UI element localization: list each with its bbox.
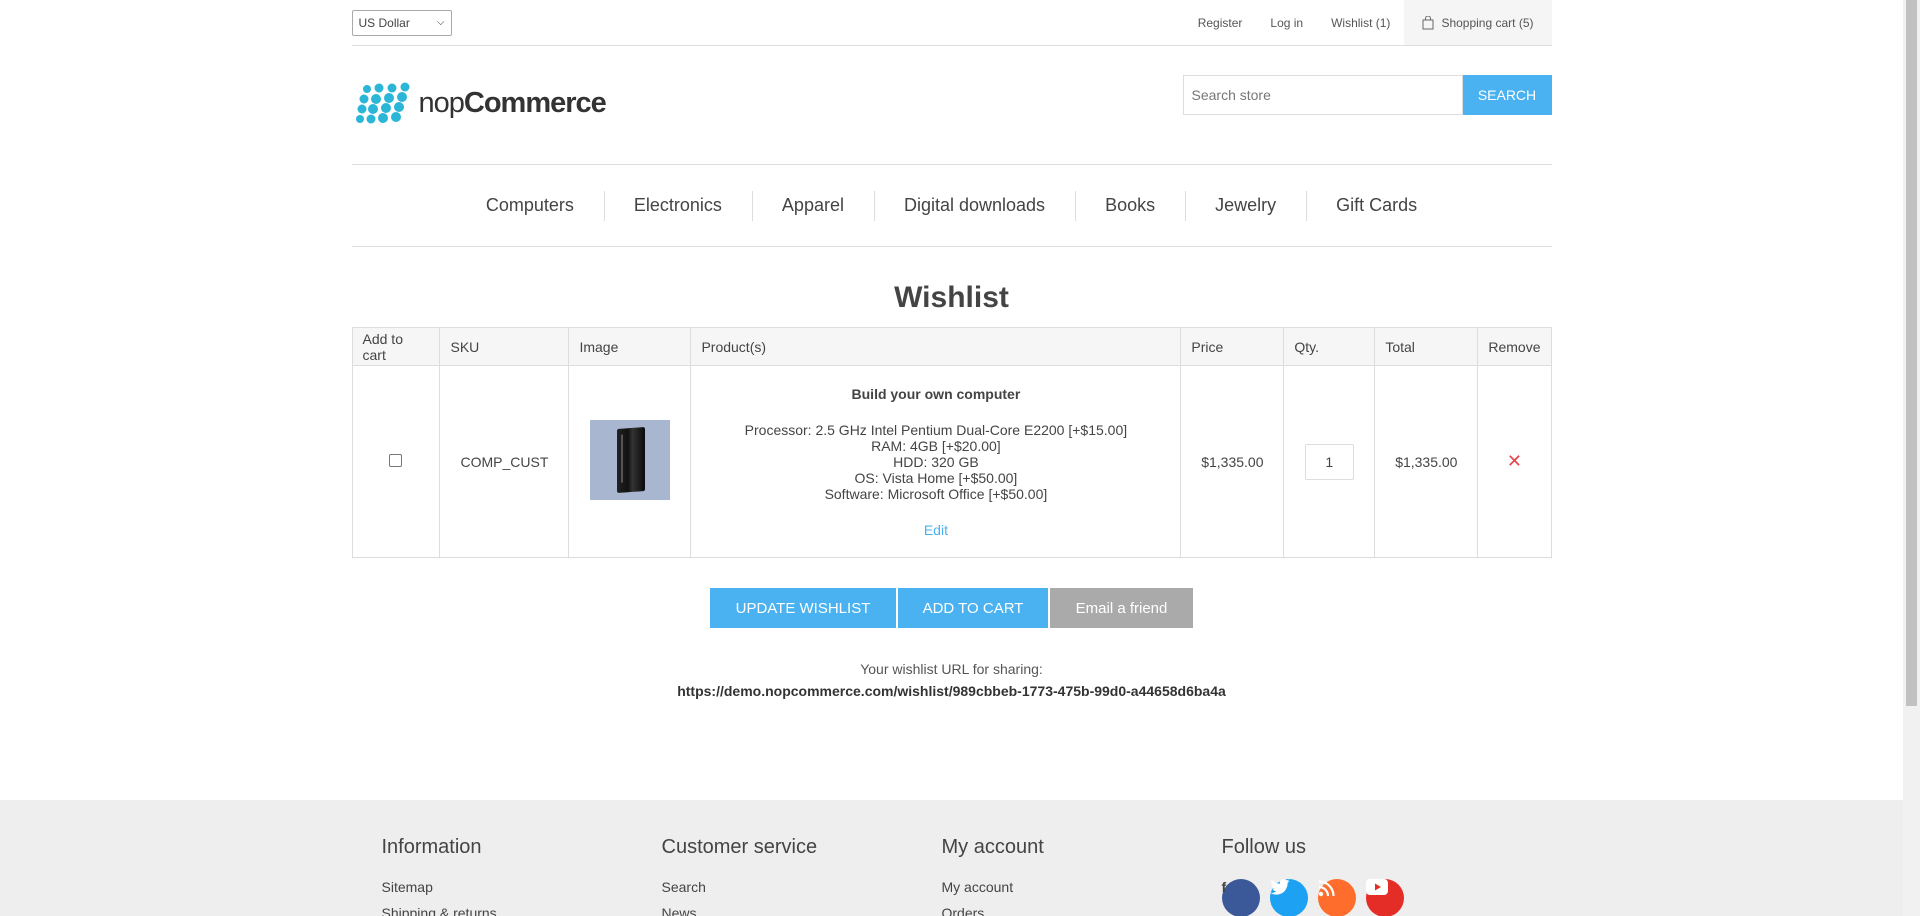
footer-information: Information Sitemap Shipping & returns [382,800,662,916]
chevron-down-icon: ⌵ [436,17,445,28]
footer-link-news[interactable]: News [662,905,942,916]
price-cell: $1,335.00 [1180,365,1285,558]
footer-account-title: My account [941,836,1044,858]
register-link[interactable]: Register [1184,0,1257,45]
footer-link-sitemap[interactable]: Sitemap [382,879,662,895]
footer-follow-title: Follow us [1221,836,1306,858]
product-name-link[interactable]: Build your own computer [711,386,1160,402]
remove-cell: ✕ [1477,365,1552,558]
col-total: Total [1374,327,1479,366]
col-products: Product(s) [690,327,1182,366]
image-cell [568,365,692,558]
shopping-cart-label: Shopping cart (5) [1441,15,1534,30]
footer-link-my-account[interactable]: My account [942,879,1222,895]
youtube-icon[interactable] [1365,879,1404,916]
master-wrapper: US Dollar ⌵ Register Log in Wishlist (1)… [351,0,1552,699]
vertical-scrollbar[interactable] [1903,0,1920,916]
col-qty: Qty. [1283,327,1376,366]
login-link[interactable]: Log in [1256,0,1317,45]
footer-upper: Information Sitemap Shipping & returns C… [352,800,1552,916]
footer-customer-service: Customer service Search News [662,800,942,916]
product-image[interactable] [589,420,670,500]
sku-cell: COMP_CUST [439,365,570,558]
col-add-to-cart: Add to cart [351,327,441,366]
col-remove: Remove [1477,327,1552,366]
email-a-friend-button[interactable]: Email a friend [1050,588,1193,628]
qty-cell: 1 [1283,365,1376,558]
menu-item-apparel[interactable]: Apparel [751,191,874,221]
menu-item-books[interactable]: Books [1075,191,1185,221]
header-lower: nopCommerce Search store SEARCH [351,46,1552,165]
product-cell: Build your own computer Processor: 2.5 G… [690,365,1182,558]
wishlist-table: Add to cart SKU Image Product(s) Price Q… [351,327,1552,558]
total-cell: $1,335.00 [1374,365,1479,558]
product-attribute: Software: Microsoft Office [+$50.00] [824,485,1048,502]
search-input[interactable]: Search store [1182,75,1463,115]
quantity-input[interactable]: 1 [1304,443,1354,480]
product-attribute: RAM: 4GB [+$20.00] [871,437,1001,454]
menu-item-digital-downloads[interactable]: Digital downloads [873,191,1075,221]
remove-icon[interactable]: ✕ [1507,451,1522,471]
share-label: Your wishlist URL for sharing: [860,661,1043,677]
page: US Dollar ⌵ Register Log in Wishlist (1)… [0,0,1903,916]
rss-icon[interactable] [1317,879,1356,916]
top-menu: Computers Electronics Apparel Digital do… [351,165,1552,247]
header-upper: US Dollar ⌵ Register Log in Wishlist (1)… [351,0,1552,46]
menu-item-jewelry[interactable]: Jewelry [1185,191,1306,221]
update-wishlist-button[interactable]: UPDATE WISHLIST [710,588,896,628]
page-title: Wishlist [894,281,1009,314]
search-button[interactable]: SEARCH [1462,75,1552,115]
menu-item-computers[interactable]: Computers [456,195,604,216]
store-logo[interactable]: nopCommerce [354,82,607,124]
product-attribute: OS: Vista Home [+$50.00] [854,469,1018,486]
footer-link-shipping[interactable]: Shipping & returns [382,905,662,916]
wishlist-buttons: UPDATE WISHLIST ADD TO CART Email a frie… [352,588,1552,628]
wishlist-link[interactable]: Wishlist (1) [1317,0,1404,45]
footer: Information Sitemap Shipping & returns C… [0,800,1903,916]
shopping-cart-link[interactable]: Shopping cart (5) [1404,0,1552,45]
shopping-bag-icon [1422,15,1434,30]
computer-tower-icon [616,427,645,493]
share-url-link[interactable]: https://demo.nopcommerce.com/wishlist/98… [352,683,1552,699]
edit-item-link[interactable]: Edit [711,522,1160,538]
table-header-row: Add to cart SKU Image Product(s) Price Q… [351,327,1552,366]
col-sku: SKU [439,327,570,366]
footer-service-title: Customer service [661,836,818,858]
add-to-cart-checkbox[interactable] [389,453,403,467]
footer-information-title: Information [381,836,482,858]
col-price: Price [1180,327,1285,366]
product-attribute: Processor: 2.5 GHz Intel Pentium Dual-Co… [744,421,1128,438]
add-to-cart-button[interactable]: ADD TO CART [898,588,1048,628]
footer-link-orders[interactable]: Orders [942,905,1222,916]
menu-item-electronics[interactable]: Electronics [603,191,752,221]
twitter-icon[interactable] [1269,879,1308,916]
share-info: Your wishlist URL for sharing: https://d… [352,661,1552,699]
footer-follow-us: Follow us f [1221,800,1502,916]
logo-text-bold: Commerce [463,86,607,119]
currency-value: US Dollar [358,15,410,30]
social-links: f [1221,879,1502,916]
search-box: Search store SEARCH [1182,75,1552,115]
header-links: Register Log in Wishlist (1) Shopping ca… [1184,0,1552,45]
footer-link-search[interactable]: Search [662,879,942,895]
facebook-icon[interactable]: f [1221,879,1260,916]
logo-dots-icon [355,82,409,124]
logo-text: nopCommerce [418,86,607,120]
table-row: COMP_CUST Build your own computer Proces… [351,365,1552,558]
col-image: Image [568,327,692,366]
scrollbar-thumb[interactable] [1906,0,1917,706]
footer-my-account: My account My account Orders [942,800,1222,916]
product-attribute: HDD: 320 GB [893,453,979,470]
add-to-cart-cell [351,365,441,558]
currency-selector[interactable]: US Dollar ⌵ [351,9,452,36]
logo-text-light: nop [418,86,465,119]
menu-item-gift-cards[interactable]: Gift Cards [1306,191,1447,221]
